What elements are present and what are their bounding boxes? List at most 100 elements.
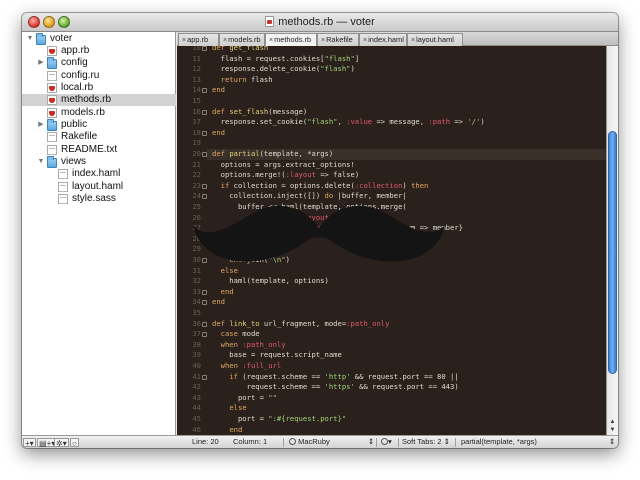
scrollbar-thumb[interactable]: [608, 131, 617, 374]
close-tab-icon[interactable]: ×: [182, 37, 186, 44]
code-line: def link_to url_fragment, mode=:path_onl…: [212, 318, 390, 328]
code-line: def get_flash: [212, 46, 269, 52]
disclosure-collapsed-icon[interactable]: ▶: [37, 57, 45, 69]
status-divider: [455, 438, 456, 447]
sidebar-item-label: config.ru: [61, 70, 100, 81]
fold-marker-icon[interactable]: [202, 289, 207, 295]
fold-marker-icon[interactable]: [202, 130, 207, 136]
tab-app-rb[interactable]: ×app.rb: [178, 33, 219, 46]
sidebar-item-methods-rb[interactable]: methods.rb: [22, 94, 176, 106]
tab-label: layout.haml: [416, 35, 454, 44]
sidebar-item-label: public: [61, 119, 88, 130]
fold-marker-icon[interactable]: [202, 332, 207, 338]
tab-label: methods.rb: [274, 35, 312, 44]
disclosure-expanded-icon[interactable]: ▼: [26, 33, 34, 45]
gear-icon: [381, 438, 388, 445]
tab-layout-haml[interactable]: ×layout.haml: [407, 33, 463, 46]
tab-models-rb[interactable]: ×models.rb: [219, 33, 265, 46]
code-line: case mode: [220, 329, 260, 339]
scroll-up-arrow[interactable]: ▲: [608, 418, 617, 426]
tab-label: Rakefile: [326, 35, 353, 44]
tab-index-haml[interactable]: ×index.haml: [359, 33, 407, 46]
line-number: 43: [192, 392, 201, 402]
symbol-label: partial(template, *args): [461, 437, 537, 446]
symbol-selector[interactable]: partial(template, *args): [461, 436, 537, 448]
sidebar-item-rakefile[interactable]: Rakefile: [22, 131, 176, 143]
tab-label: app.rb: [187, 35, 209, 44]
sidebar-item-label: layout.haml: [72, 181, 124, 192]
close-tab-icon[interactable]: ×: [269, 37, 273, 44]
line-number: 23: [192, 180, 201, 190]
soft-tabs-selector[interactable]: Soft Tabs: 2 ⇕: [402, 436, 450, 448]
sidebar-item-label: local.rb: [61, 82, 94, 93]
close-tab-icon[interactable]: ×: [223, 37, 227, 44]
info-button[interactable]: ○: [70, 438, 79, 448]
sidebar-item-local-rb[interactable]: local.rb: [22, 82, 176, 94]
line-number: 34: [192, 297, 201, 307]
action-menu-button[interactable]: ✲▾: [54, 438, 69, 448]
sidebar-item-models-rb[interactable]: models.rb: [22, 107, 176, 119]
symbol-stepper[interactable]: ⇕: [609, 436, 615, 448]
code-line: if collection = options.delete(:collecti…: [220, 180, 429, 190]
code-line: request.scheme == 'https' && request.por…: [212, 382, 459, 392]
code-line: flash = request.cookies["flash"]: [212, 53, 360, 63]
line-number: 39: [192, 350, 201, 360]
fold-marker-icon[interactable]: [202, 46, 207, 51]
line-number: 21: [192, 159, 201, 169]
fold-marker-icon[interactable]: [202, 152, 207, 157]
sidebar-item-label: methods.rb: [61, 94, 112, 105]
line-number: 14: [192, 85, 201, 95]
language-stepper[interactable]: ⇕: [368, 436, 374, 448]
fold-marker-icon[interactable]: [202, 88, 207, 94]
fold-marker-icon[interactable]: [202, 321, 207, 327]
add-file-button[interactable]: +▾: [23, 438, 36, 448]
code-line: end: [212, 127, 225, 137]
disclosure-collapsed-icon[interactable]: ▶: [37, 119, 45, 131]
sidebar-item-views[interactable]: ▼ views: [22, 156, 176, 168]
ruby-file-icon: [47, 95, 57, 105]
fold-marker-icon[interactable]: [202, 183, 207, 189]
sidebar-item-label: config: [61, 57, 88, 68]
ruby-file-icon: [47, 83, 57, 93]
tab-rakefile[interactable]: ×Rakefile: [317, 33, 359, 46]
language-selector[interactable]: MacRuby: [289, 436, 330, 448]
status-divider: [283, 438, 284, 447]
vertical-scrollbar[interactable]: ▲ ▼: [606, 46, 618, 435]
fold-marker-icon[interactable]: [202, 300, 207, 306]
sidebar-item-style-sass[interactable]: style.sass: [22, 193, 176, 205]
code-line: port = "": [212, 392, 277, 402]
sidebar-item-config-ru[interactable]: config.ru: [22, 70, 176, 82]
tab-methods-rb[interactable]: ×methods.rb: [265, 33, 317, 46]
code-line: response.delete_cookie("flash"): [212, 64, 355, 74]
fold-marker-icon[interactable]: [202, 374, 207, 380]
close-tab-icon[interactable]: ×: [411, 37, 415, 44]
language-icon: [289, 438, 296, 445]
add-folder-label: +: [46, 439, 52, 448]
close-tab-icon[interactable]: ×: [321, 37, 325, 44]
folder-icon: [47, 119, 57, 131]
sidebar-item-label: style.sass: [72, 193, 116, 204]
scroll-down-arrow[interactable]: ▼: [608, 426, 617, 434]
line-number: 46: [192, 424, 201, 434]
fold-marker-icon[interactable]: [202, 109, 207, 115]
line-indicator: Line: 20: [192, 437, 219, 446]
bundle-menu[interactable]: ▾: [381, 436, 392, 448]
sidebar-item-voter[interactable]: ▼ voter: [22, 33, 176, 45]
sidebar-item-index-haml[interactable]: index.haml: [22, 168, 176, 180]
sidebar-item-app-rb[interactable]: app.rb: [22, 45, 176, 57]
code-line: end: [220, 286, 234, 296]
title-bar[interactable]: methods.rb — voter: [22, 13, 618, 32]
disclosure-expanded-icon[interactable]: ▼: [37, 156, 45, 168]
line-number: 20: [192, 149, 201, 158]
sidebar-item-label: views: [61, 156, 87, 167]
line-number: 44: [192, 403, 201, 413]
sidebar-item-readme-txt[interactable]: README.txt: [22, 144, 176, 156]
sidebar-item-config[interactable]: ▶ config: [22, 57, 176, 69]
sidebar-item-layout-haml[interactable]: layout.haml: [22, 181, 176, 193]
line-number: 19: [192, 138, 201, 148]
sidebar-item-public[interactable]: ▶ public: [22, 119, 176, 131]
close-tab-icon[interactable]: ×: [363, 37, 367, 44]
text-file-icon: [58, 194, 68, 204]
sidebar-item-label: index.haml: [72, 168, 121, 179]
line-number: 45: [192, 414, 201, 423]
